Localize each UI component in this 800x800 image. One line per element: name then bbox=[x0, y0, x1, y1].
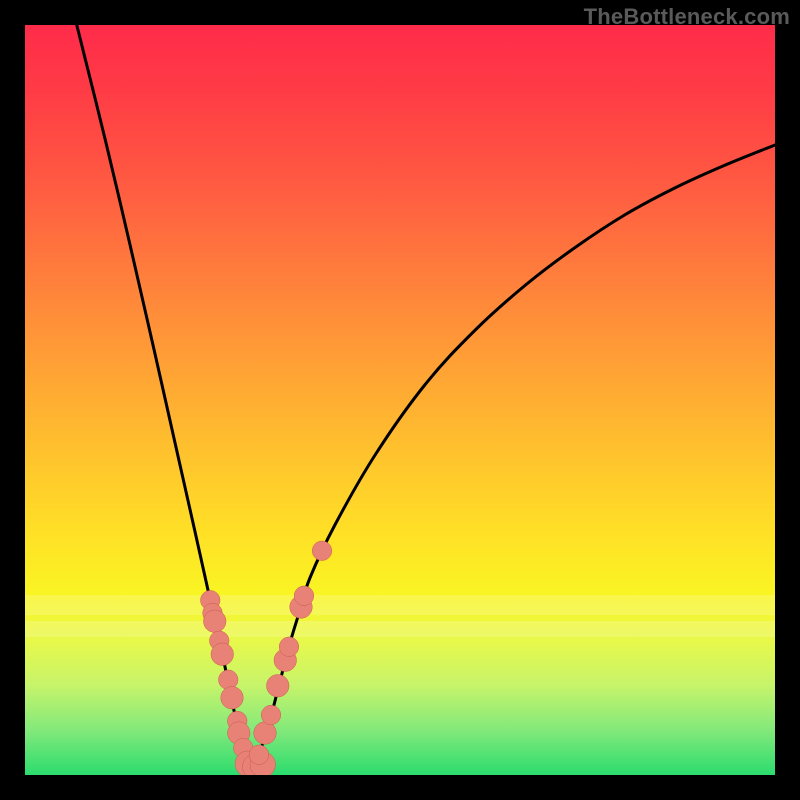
data-marker bbox=[219, 670, 239, 690]
chart-frame: TheBottleneck.com bbox=[0, 0, 800, 800]
data-marker bbox=[279, 637, 299, 657]
plot-area bbox=[25, 25, 775, 775]
data-marker bbox=[211, 643, 234, 666]
data-marker bbox=[261, 705, 281, 725]
data-marker bbox=[254, 722, 277, 745]
curve-right-branch bbox=[250, 145, 775, 770]
data-marker bbox=[204, 610, 227, 633]
data-marker bbox=[221, 687, 244, 710]
curve-layer bbox=[25, 25, 775, 775]
data-marker bbox=[312, 541, 332, 561]
bottleneck-curve bbox=[77, 25, 775, 770]
data-marker bbox=[294, 586, 314, 606]
data-marker bbox=[267, 675, 290, 698]
data-marker bbox=[249, 745, 269, 765]
